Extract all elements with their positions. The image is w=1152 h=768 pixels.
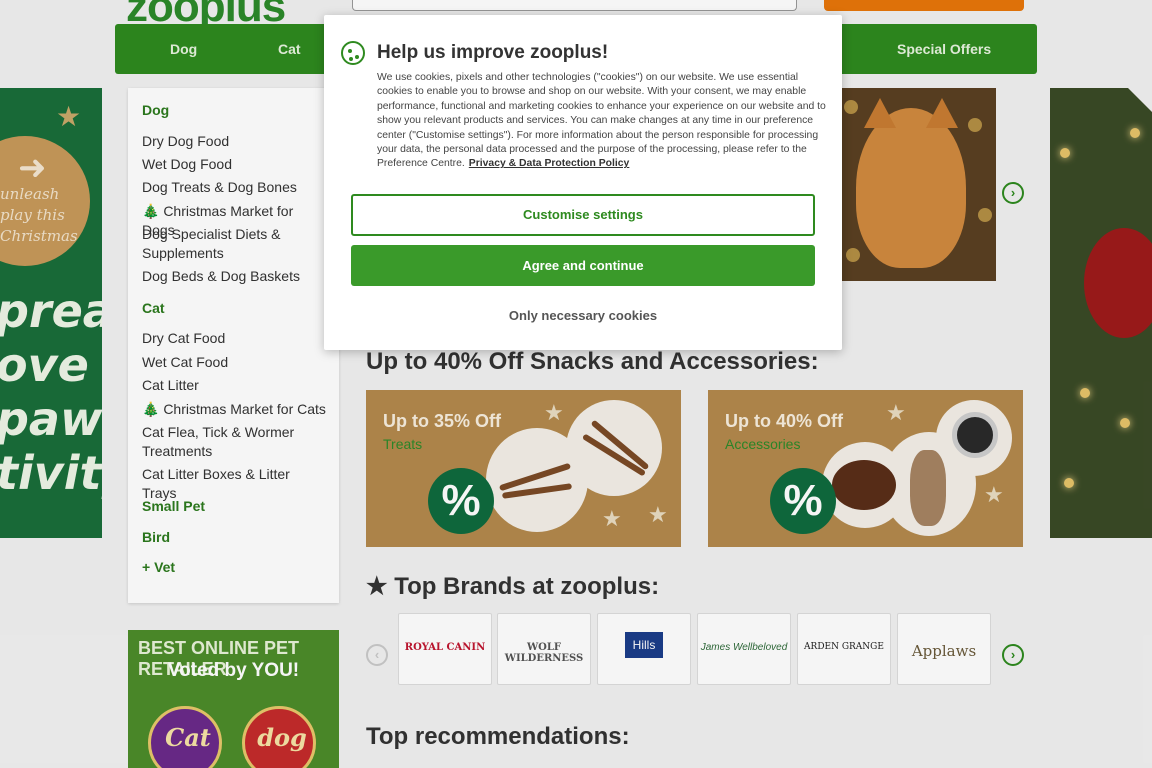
dialog-title: Help us improve zooplus! — [377, 42, 609, 63]
cookie-icon — [341, 41, 365, 65]
dialog-body: We use cookies, pixels and other technol… — [377, 72, 826, 170]
only-necessary-cookies-button[interactable]: Only necessary cookies — [351, 305, 815, 327]
cookie-consent-dialog: Help us improve zooplus! We use cookies,… — [324, 15, 842, 350]
privacy-policy-link[interactable]: Privacy & Data Protection Policy — [469, 158, 630, 169]
customise-settings-button[interactable]: Customise settings — [351, 194, 815, 236]
agree-and-continue-button[interactable]: Agree and continue — [351, 245, 815, 286]
